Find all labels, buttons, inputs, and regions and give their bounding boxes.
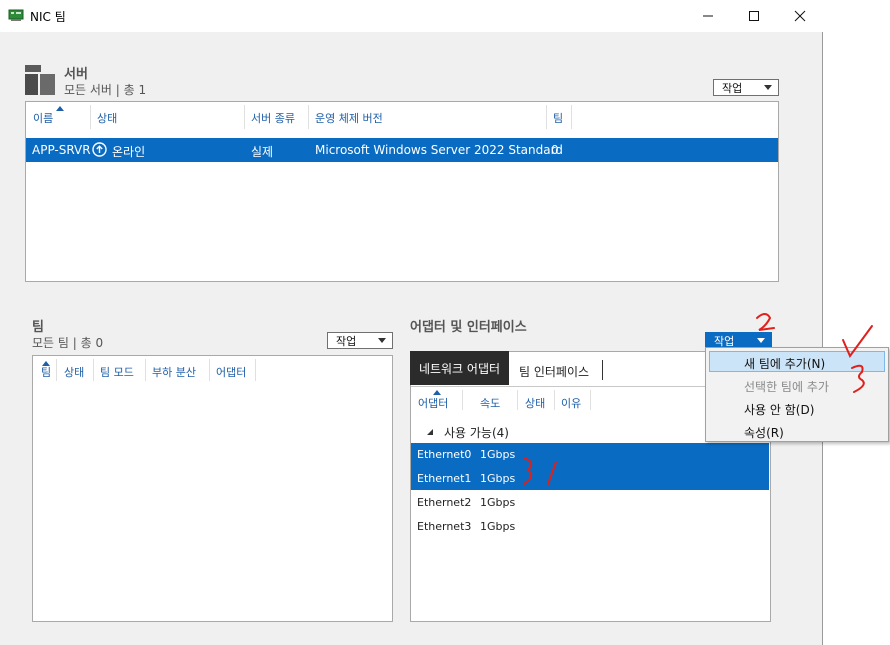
annotation-number-1 bbox=[547, 461, 557, 485]
annotation-overlay bbox=[523, 313, 873, 485]
annotation-number-3 bbox=[851, 364, 865, 393]
annotation-number-2 bbox=[756, 313, 775, 331]
annotation-checkmark bbox=[842, 325, 873, 358]
annotation-brace bbox=[523, 457, 533, 485]
